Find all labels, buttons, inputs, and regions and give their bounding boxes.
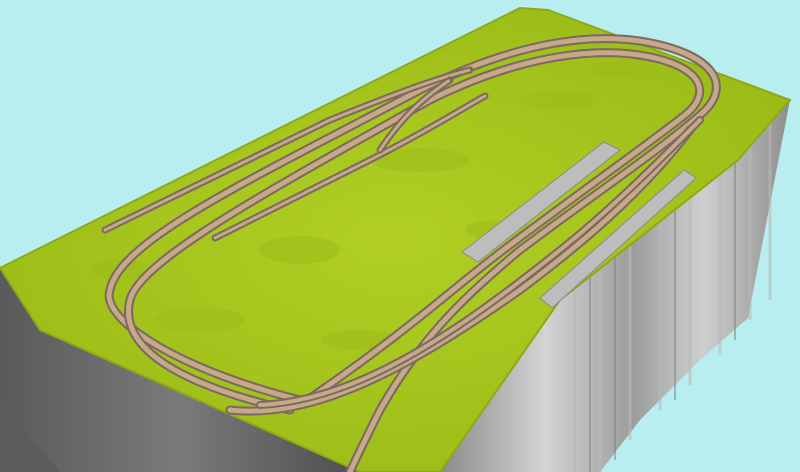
layout-viewport[interactable] <box>0 0 800 472</box>
